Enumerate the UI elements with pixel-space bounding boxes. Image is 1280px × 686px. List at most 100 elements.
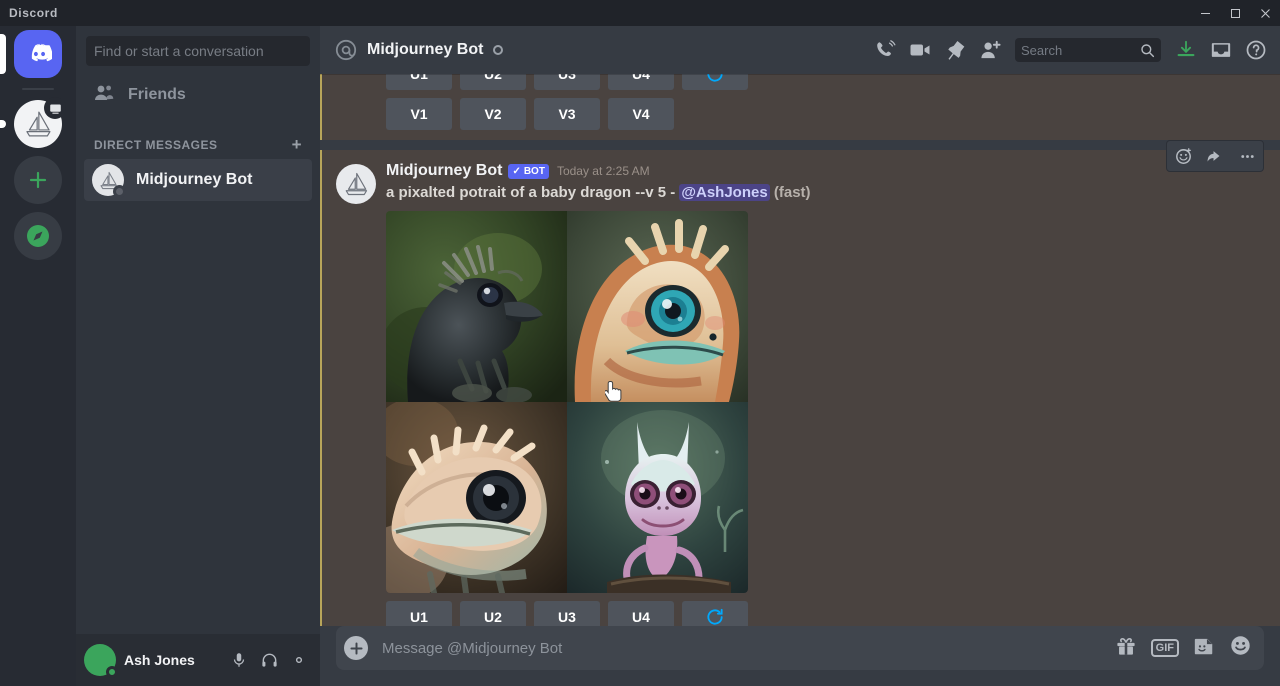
message-midjourney-result: Midjourney Bot ✓ BOT Today at 2:25 AM a p… — [320, 140, 1280, 626]
upscale-button-u4[interactable]: U4 — [608, 74, 674, 90]
mention-link[interactable]: @AshJones — [679, 184, 770, 201]
direct-messages-category: DIRECT MESSAGES + — [84, 118, 312, 159]
upscale-button-row-previous: U1 U2 U3 U4 — [320, 74, 1280, 90]
plus-icon — [14, 156, 62, 204]
avatar — [336, 164, 376, 204]
microphone-icon[interactable] — [226, 647, 252, 673]
direct-messages-label: DIRECT MESSAGES — [94, 137, 218, 152]
voice-call-icon[interactable] — [869, 34, 901, 66]
variation-button-v1[interactable]: V1 — [386, 98, 452, 130]
upscale-button-u1[interactable]: U1 — [386, 74, 452, 90]
gif-icon[interactable]: GIF — [1150, 638, 1179, 658]
emoji-icon[interactable] — [1229, 634, 1252, 662]
refresh-icon[interactable] — [682, 600, 748, 626]
add-reaction-icon[interactable] — [1167, 141, 1199, 171]
message-gap — [320, 140, 1280, 150]
message-composer[interactable]: Message @Midjourney Bot GIF — [336, 626, 1264, 670]
pinned-messages-icon[interactable] — [939, 34, 971, 66]
add-attachment-icon[interactable] — [344, 636, 368, 660]
composer-container: Message @Midjourney Bot GIF — [320, 626, 1280, 686]
grid-image-2[interactable] — [567, 210, 748, 402]
chat-header: Midjourney Bot Search — [320, 26, 1280, 74]
sticker-icon[interactable] — [1193, 635, 1215, 662]
status-badge — [113, 185, 126, 198]
discord-window: Discord Find or start a conversation Fri… — [0, 0, 1280, 686]
gear-icon[interactable] — [286, 647, 312, 673]
image-grid[interactable] — [386, 210, 748, 593]
rail-divider — [22, 88, 54, 90]
inbox-icon[interactable] — [1205, 34, 1237, 66]
add-friends-icon[interactable] — [974, 34, 1006, 66]
message-body: Midjourney Bot ✓ BOT Today at 2:25 AM a p… — [320, 152, 1232, 626]
search-input[interactable]: Search — [1015, 38, 1161, 62]
help-icon[interactable] — [1240, 34, 1272, 66]
sidebar-item-friends[interactable]: Friends — [84, 74, 312, 116]
minimize-button[interactable] — [1190, 0, 1220, 26]
sidebar-list: Friends DIRECT MESSAGES + Midjourney Bot — [76, 74, 320, 634]
user-panel: Ash Jones — [76, 634, 320, 686]
bot-tag-label: BOT — [523, 166, 545, 177]
rail-item-midjourney[interactable] — [0, 97, 66, 148]
message-author[interactable]: Midjourney Bot — [386, 162, 502, 180]
create-dm-plus-icon[interactable]: + — [292, 136, 302, 153]
message-timestamp: Today at 2:25 AM — [556, 164, 650, 178]
variation-button-v3[interactable]: V3 — [534, 98, 600, 130]
rail-item-home[interactable] — [0, 30, 62, 78]
gift-icon[interactable] — [1115, 635, 1137, 662]
message-hover-toolbar — [1166, 140, 1264, 172]
at-icon — [334, 38, 358, 62]
grid-image-4[interactable] — [567, 401, 748, 593]
reply-icon[interactable] — [1199, 141, 1231, 171]
message-content: a pixalted potrait of a baby dragon --v … — [386, 180, 1232, 203]
inbox-download-icon[interactable] — [1170, 34, 1202, 66]
page-title: Midjourney Bot — [367, 41, 484, 58]
sailboat-icon — [14, 97, 66, 148]
message-input[interactable]: Message @Midjourney Bot — [382, 640, 1115, 657]
dm-search-container: Find or start a conversation — [76, 26, 320, 74]
find-conversation-placeholder: Find or start a conversation — [94, 43, 264, 59]
grid-image-1[interactable] — [386, 210, 567, 402]
active-pill — [0, 34, 6, 74]
close-button[interactable] — [1250, 0, 1280, 26]
upscale-button-u2[interactable]: U2 — [460, 600, 526, 626]
avatar[interactable] — [84, 644, 118, 678]
upscale-button-u1[interactable]: U1 — [386, 600, 452, 626]
more-options-icon[interactable] — [1231, 141, 1263, 171]
dm-sidebar: Find or start a conversation Friends DIR… — [76, 26, 320, 686]
maximize-button[interactable] — [1220, 0, 1250, 26]
message-prompt-text: a pixalted potrait of a baby dragon --v … — [386, 184, 680, 201]
user-name-label: Ash Jones — [124, 652, 195, 668]
sidebar-item-midjourney-bot[interactable]: Midjourney Bot — [84, 159, 312, 201]
chat-area: Midjourney Bot Search U1 U2 U3 U4 V1 V2 … — [320, 26, 1280, 686]
message-avatar-wrapper[interactable] — [336, 164, 376, 204]
sidebar-item-label: Midjourney Bot — [136, 171, 253, 188]
rail-item-add-server[interactable] — [14, 156, 62, 204]
message-speed-suffix: (fast) — [769, 184, 811, 201]
variation-button-v2[interactable]: V2 — [460, 98, 526, 130]
find-conversation-input[interactable]: Find or start a conversation — [86, 36, 310, 66]
status-badge — [106, 666, 118, 678]
rail-item-explore[interactable] — [14, 212, 62, 260]
variation-button-v4[interactable]: V4 — [608, 98, 674, 130]
search-placeholder: Search — [1021, 42, 1063, 58]
bot-verified-check: ✓ — [512, 166, 521, 177]
variation-button-row-previous: V1 V2 V3 V4 — [320, 90, 1280, 130]
composer-actions: GIF — [1115, 634, 1252, 662]
upscale-button-row: U1 U2 U3 U4 — [386, 593, 1232, 626]
video-call-icon[interactable] — [904, 34, 936, 66]
app-brand-label: Discord — [9, 6, 58, 20]
message-list[interactable]: U1 U2 U3 U4 V1 V2 V3 V4 Midjourney Bot ✓… — [320, 74, 1280, 626]
upscale-button-u2[interactable]: U2 — [460, 74, 526, 90]
grid-image-3[interactable] — [386, 401, 567, 593]
avatar — [92, 164, 126, 198]
status-ring-icon — [493, 45, 504, 55]
upscale-button-u3[interactable]: U3 — [534, 74, 600, 90]
headphones-icon[interactable] — [256, 647, 282, 673]
sidebar-item-label: Friends — [128, 86, 186, 103]
refresh-icon[interactable] — [682, 74, 748, 90]
upscale-button-u4[interactable]: U4 — [608, 600, 674, 626]
message-previous-partial: U1 U2 U3 U4 V1 V2 V3 V4 — [320, 74, 1280, 140]
user-controls — [226, 647, 312, 673]
discord-logo-icon — [14, 30, 62, 78]
upscale-button-u3[interactable]: U3 — [534, 600, 600, 626]
